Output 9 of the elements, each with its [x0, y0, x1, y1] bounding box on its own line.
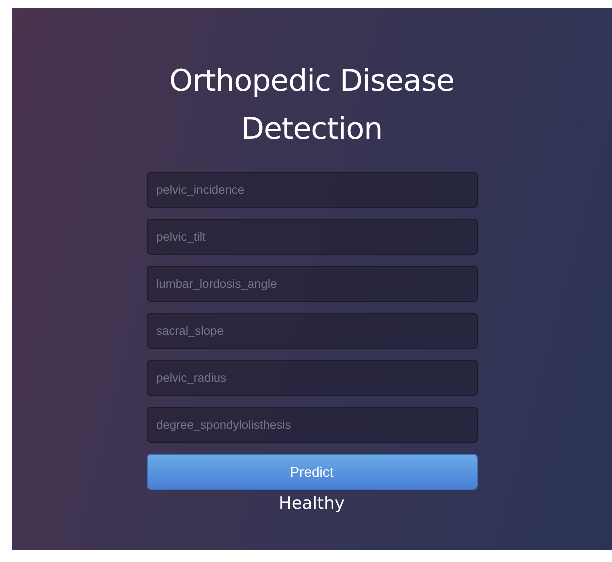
input-field[interactable]: lumbar_lordosis_angle: [146, 266, 478, 302]
input-field[interactable]: pelvic_incidence: [146, 172, 478, 208]
prediction-result: Healthy: [279, 494, 345, 514]
predict-button[interactable]: Predict: [146, 454, 478, 490]
input-field[interactable]: pelvic_radius: [146, 360, 478, 396]
input-field[interactable]: sacral_slope: [146, 313, 478, 349]
page-title: Orthopedic Disease Detection: [168, 63, 456, 149]
input-field[interactable]: pelvic_tilt: [146, 219, 478, 255]
input-field[interactable]: degree_spondylolisthesis: [146, 407, 478, 443]
